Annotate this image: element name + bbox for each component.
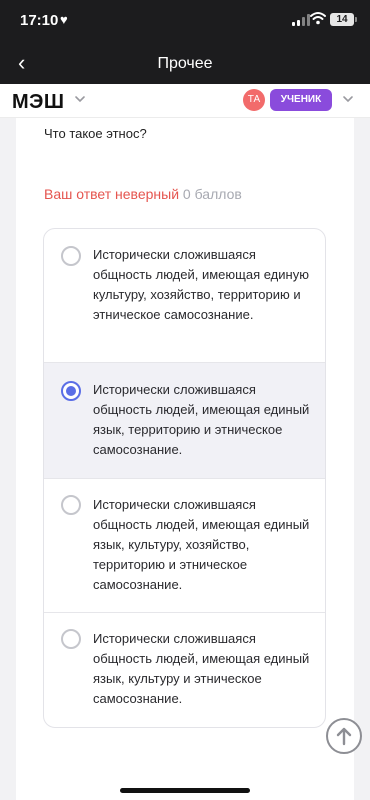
radio-button[interactable] [61,246,81,266]
avatar[interactable]: ТА [243,89,265,111]
answer-option-text: Исторически сложившаяся общность людей, … [93,497,310,592]
status-bar: 17:10 ♥ 14 [0,0,370,44]
radio-button[interactable] [61,495,81,515]
chevron-down-icon[interactable] [342,93,354,105]
battery-icon: 14 [330,13,357,26]
app-header: МЭШ ТА УЧЕНИК [0,84,370,118]
answer-option-text: Исторически сложившаяся общность людей, … [93,382,310,457]
logo[interactable]: МЭШ [12,91,65,114]
heart-icon: ♥ [60,12,68,27]
role-badge[interactable]: УЧЕНИК [270,89,332,111]
scroll-to-top-button[interactable] [326,718,362,754]
answer-option[interactable]: Исторически сложившаяся общность людей, … [44,613,325,727]
answer-option-text: Исторически сложившаяся общность людей, … [93,631,310,706]
content-area: Что такое этнос? Ваш ответ неверный 0 ба… [0,118,370,800]
page-title: Прочее [157,55,213,72]
result-line: Ваш ответ неверный 0 баллов [44,186,242,202]
radio-button[interactable] [61,381,81,401]
radio-button[interactable] [61,629,81,649]
answer-options: Исторически сложившаяся общность людей, … [43,228,326,728]
signal-icon [292,14,310,26]
question-card: Что такое этнос? Ваш ответ неверный 0 ба… [16,118,354,800]
answer-option[interactable]: Исторически сложившаяся общность людей, … [44,363,325,479]
result-status: Ваш ответ неверный [44,186,180,202]
question-text: Что такое этнос? [44,126,147,141]
answer-option-text: Исторически сложившаяся общность людей, … [93,247,309,322]
answer-option[interactable]: Исторически сложившаяся общность людей, … [44,479,325,613]
wifi-icon [310,12,326,25]
home-indicator [120,788,250,793]
status-time: 17:10 [20,12,59,29]
chevron-down-icon[interactable] [74,93,86,105]
result-score: 0 баллов [182,186,242,202]
answer-option[interactable]: Исторически сложившаяся общность людей, … [44,229,325,363]
arrow-up-icon [336,727,352,746]
nav-bar: ‹ Прочее [0,44,370,84]
